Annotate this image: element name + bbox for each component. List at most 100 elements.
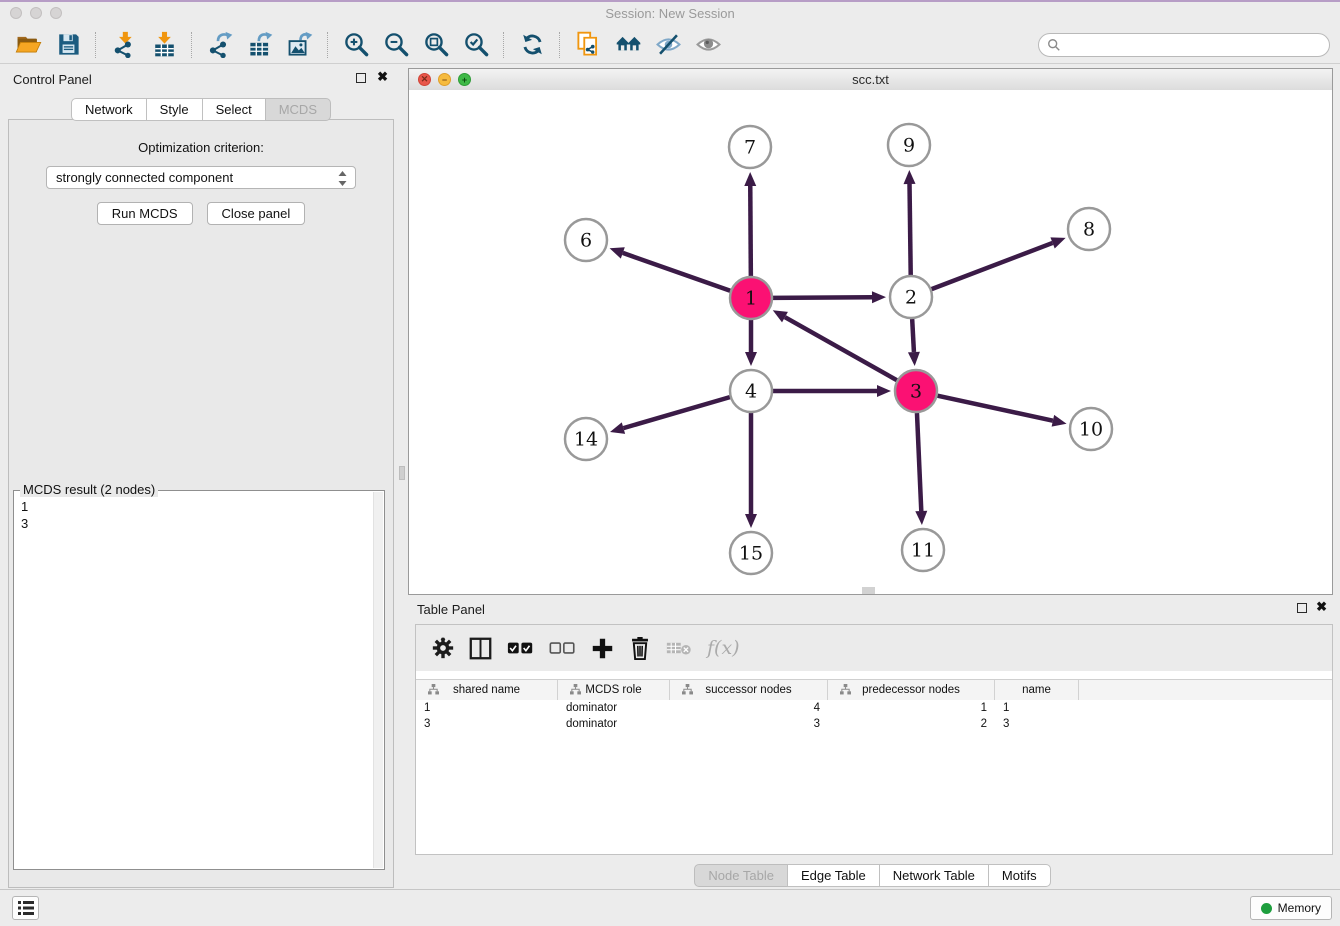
table-cell: 3: [995, 718, 1079, 730]
column-header-predecessor-nodes[interactable]: predecessor nodes: [828, 680, 995, 700]
export-table-icon[interactable]: [240, 29, 280, 61]
graph-edge[interactable]: [623, 253, 730, 291]
vertical-splitter-grip[interactable]: [399, 466, 405, 480]
table-row[interactable]: 3dominator323: [416, 716, 1332, 732]
tab-edge-table[interactable]: Edge Table: [787, 864, 880, 887]
close-panel-button[interactable]: Close panel: [207, 202, 306, 225]
horizontal-splitter-grip[interactable]: [862, 587, 875, 594]
run-mcds-button[interactable]: Run MCDS: [97, 202, 193, 225]
float-panel-icon[interactable]: [1297, 603, 1307, 613]
graph-edge-arrowhead: [610, 247, 625, 258]
graph-edge-arrowhead: [745, 514, 757, 528]
float-panel-icon[interactable]: [356, 73, 366, 83]
graph-edge[interactable]: [937, 396, 1052, 421]
select-all-icon[interactable]: [507, 640, 534, 656]
control-panel-title: Control Panel: [13, 72, 92, 87]
graph-edge-arrowhead: [877, 385, 891, 397]
column-header-MCDS-role[interactable]: MCDS role: [558, 680, 670, 700]
show-all-icon[interactable]: [688, 29, 728, 61]
refresh-icon[interactable]: [512, 29, 552, 61]
table-cell: 1: [416, 702, 558, 714]
graph-edge-arrowhead: [1050, 237, 1065, 248]
memory-button[interactable]: Memory: [1250, 896, 1332, 920]
close-panel-icon[interactable]: ✖: [377, 70, 388, 84]
zoom-fit-icon[interactable]: [416, 29, 456, 61]
toolbar-separator: [191, 32, 193, 58]
tab-network[interactable]: Network: [71, 98, 147, 121]
save-session-icon[interactable]: [48, 29, 88, 61]
close-panel-icon[interactable]: ✖: [1316, 600, 1327, 614]
criterion-dropdown[interactable]: strongly connected component: [46, 166, 356, 189]
column-label: name: [1022, 684, 1051, 696]
graph-edge-arrowhead: [908, 352, 920, 366]
result-scrollbar[interactable]: [373, 492, 383, 868]
network-canvas-svg[interactable]: 7968124314101511: [409, 90, 1332, 594]
graph-node-label: 1: [745, 288, 757, 310]
zoom-in-icon[interactable]: [336, 29, 376, 61]
table-tabs: Node TableEdge TableNetwork TableMotifs: [405, 864, 1340, 887]
window-title: Session: New Session: [0, 6, 1340, 21]
column-header-successor-nodes[interactable]: successor nodes: [670, 680, 828, 700]
table-tab-group: Node TableEdge TableNetwork TableMotifs: [694, 864, 1050, 887]
graph-edge[interactable]: [912, 319, 914, 352]
tab-select[interactable]: Select: [202, 98, 266, 121]
table-cell: 3: [416, 718, 558, 730]
deselect-all-icon[interactable]: [549, 640, 576, 656]
search-field[interactable]: [1038, 33, 1330, 57]
tab-node-table[interactable]: Node Table: [694, 864, 788, 887]
tab-motifs[interactable]: Motifs: [988, 864, 1051, 887]
table-panel: Table Panel ✖: [405, 595, 1340, 890]
column-header-shared-name[interactable]: shared name: [416, 680, 558, 700]
table-row[interactable]: 1dominator411: [416, 700, 1332, 716]
open-session-icon[interactable]: [8, 29, 48, 61]
tab-network-table[interactable]: Network Table: [879, 864, 989, 887]
hide-selected-icon[interactable]: [648, 29, 688, 61]
control-panel-tabs: NetworkStyleSelectMCDS: [0, 98, 402, 121]
mcds-result-title: MCDS result (2 nodes): [20, 482, 158, 497]
graph-edge[interactable]: [932, 243, 1053, 289]
graph-edge-arrowhead: [745, 352, 757, 366]
table-toolbar: f(x): [416, 625, 1332, 671]
tab-mcds[interactable]: MCDS: [265, 98, 331, 121]
zoom-selected-icon[interactable]: [456, 29, 496, 61]
graph-node-label: 11: [911, 540, 935, 562]
column-header-name[interactable]: name: [995, 680, 1079, 700]
graph-edge[interactable]: [750, 186, 751, 276]
graph-edge[interactable]: [917, 413, 921, 511]
delete-row-icon[interactable]: [629, 637, 651, 660]
import-network-icon[interactable]: [104, 29, 144, 61]
export-image-icon[interactable]: [280, 29, 320, 61]
import-table-icon[interactable]: [144, 29, 184, 61]
graph-edge[interactable]: [623, 397, 729, 428]
graph-node-label: 7: [744, 137, 756, 159]
graph-node-label: 2: [905, 287, 917, 309]
graph-node-label: 10: [1079, 419, 1103, 441]
graph-edge[interactable]: [785, 317, 897, 380]
column-label: shared name: [453, 684, 520, 696]
toolbar-separator: [327, 32, 329, 58]
network-canvas[interactable]: 7968124314101511: [409, 90, 1332, 594]
toolbar-separator: [95, 32, 97, 58]
zoom-out-icon[interactable]: [376, 29, 416, 61]
graph-edge-arrowhead: [915, 511, 927, 525]
apply-preferred-layout-icon[interactable]: [608, 29, 648, 61]
tab-style[interactable]: Style: [146, 98, 203, 121]
graph-edge[interactable]: [773, 297, 872, 298]
export-network-icon[interactable]: [200, 29, 240, 61]
mcds-result-box: MCDS result (2 nodes) 13: [13, 490, 385, 870]
search-input[interactable]: [1066, 37, 1321, 53]
criterion-value: strongly connected component: [56, 170, 233, 185]
add-row-icon[interactable]: [591, 637, 614, 660]
column-label: MCDS role: [585, 684, 641, 696]
status-bar: Memory: [0, 889, 1340, 926]
table-panel-header: Table Panel ✖: [405, 595, 1340, 623]
graph-edge[interactable]: [910, 184, 911, 275]
task-history-button[interactable]: [12, 896, 39, 920]
table-cell: 2: [828, 718, 995, 730]
show-columns-icon[interactable]: [469, 637, 492, 660]
graph-node-label: 9: [903, 135, 915, 157]
table-settings-icon[interactable]: [432, 637, 454, 659]
new-network-from-selection-icon[interactable]: [568, 29, 608, 61]
mcds-result-text[interactable]: 13: [21, 498, 370, 532]
application-window: Session: New Session: [0, 0, 1340, 926]
